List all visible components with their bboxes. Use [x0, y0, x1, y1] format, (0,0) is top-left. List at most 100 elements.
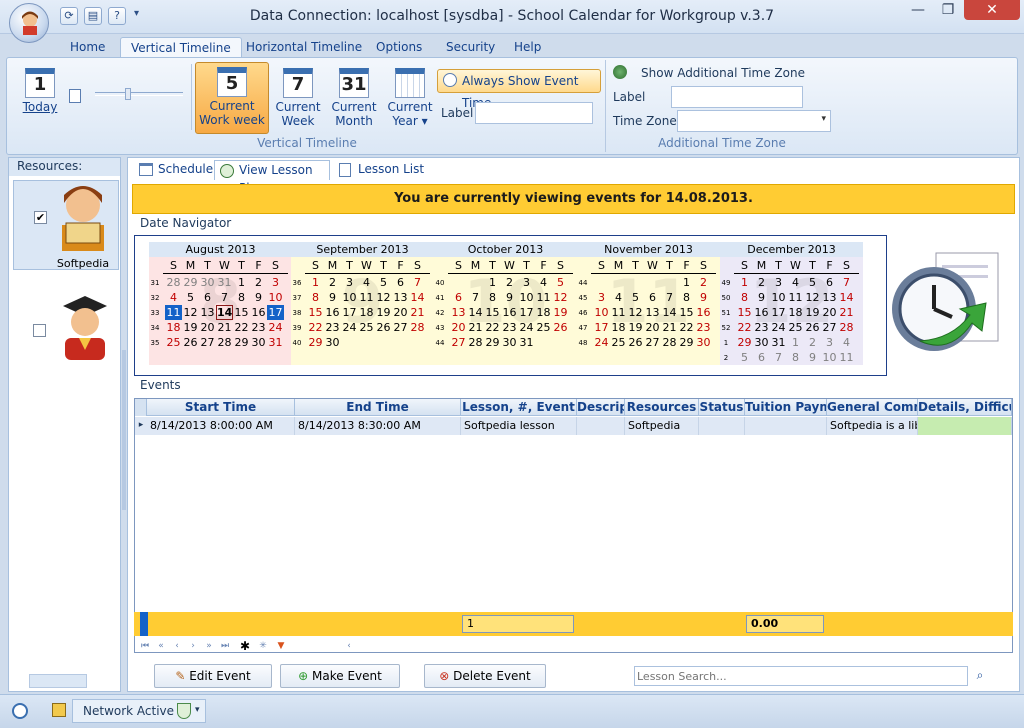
edit-record-icon[interactable]: ✳ — [256, 639, 270, 653]
calendar-day[interactable]: 29 — [736, 335, 753, 350]
calendar-day[interactable]: 1 — [233, 275, 250, 290]
calendar-day[interactable]: 4 — [787, 275, 804, 290]
cell-general-comments[interactable]: Softpedia is a libra — [827, 417, 918, 435]
calendar-day[interactable]: 21 — [838, 305, 855, 320]
col-lesson[interactable]: Lesson, #, Event — [461, 399, 577, 416]
calendar-day[interactable]: 5 — [375, 275, 392, 290]
calendar-day[interactable]: 19 — [627, 320, 644, 335]
calendar-day[interactable]: 16 — [250, 305, 267, 320]
calendar-day[interactable]: 31 — [216, 275, 233, 290]
calendar-day[interactable]: 19 — [375, 305, 392, 320]
calendar-day[interactable]: 29 — [182, 275, 199, 290]
calendar-day[interactable]: 4 — [535, 275, 552, 290]
calendar-day[interactable]: 15 — [678, 305, 695, 320]
calendar-day[interactable]: 5 — [182, 290, 199, 305]
calendar-day[interactable]: 15 — [307, 305, 324, 320]
calendar-day[interactable]: 8 — [787, 350, 804, 365]
calendar-day[interactable]: 2 — [753, 275, 770, 290]
first-record-icon[interactable]: ⏮ — [138, 639, 152, 653]
calendar-day[interactable]: 31 — [770, 335, 787, 350]
calendar-day[interactable]: 25 — [535, 320, 552, 335]
calendar-day[interactable]: 30 — [324, 335, 341, 350]
calendar-day[interactable]: 31 — [518, 335, 535, 350]
calendar-day[interactable]: 22 — [233, 320, 250, 335]
calendar-day[interactable]: 22 — [736, 320, 753, 335]
calendar-day[interactable]: 9 — [753, 290, 770, 305]
cell-status[interactable] — [699, 417, 745, 435]
calendar-day[interactable]: 14 — [467, 305, 484, 320]
zoom-slider[interactable] — [95, 92, 183, 96]
calendar-day[interactable]: 29 — [307, 335, 324, 350]
calendar-day[interactable]: 15 — [736, 305, 753, 320]
calendar-day[interactable]: 17 — [341, 305, 358, 320]
calendar-day[interactable]: 28 — [409, 320, 426, 335]
cell-resources[interactable]: Softpedia — [625, 417, 699, 435]
calendar-day[interactable]: 22 — [484, 320, 501, 335]
current-work-week-button[interactable]: 5 Current Work week — [195, 62, 269, 134]
calendar-day[interactable]: 7 — [409, 275, 426, 290]
zoom-icon[interactable] — [69, 89, 81, 103]
calendar-day[interactable]: 25 — [358, 320, 375, 335]
zoom-slider-thumb[interactable] — [125, 88, 131, 100]
calendar-day[interactable]: 13 — [199, 305, 216, 320]
col-description[interactable]: Descrip — [577, 399, 625, 416]
calendar-day[interactable]: 28 — [838, 320, 855, 335]
tz-label-input[interactable] — [671, 86, 803, 108]
calendar-day[interactable]: 10 — [341, 290, 358, 305]
calendar-day[interactable]: 26 — [552, 320, 569, 335]
calendar-day[interactable]: 27 — [450, 335, 467, 350]
calendar-day[interactable]: 25 — [165, 335, 182, 350]
calendar-day[interactable]: 26 — [375, 320, 392, 335]
calendar-day[interactable]: 2 — [804, 335, 821, 350]
calendar-day[interactable]: 18 — [358, 305, 375, 320]
calendar-day[interactable]: 20 — [644, 320, 661, 335]
next-page-icon[interactable]: » — [202, 639, 216, 653]
calendar-day[interactable]: 10 — [267, 290, 284, 305]
prev-record-icon[interactable]: ‹ — [170, 639, 184, 653]
calendar-day[interactable]: 1 — [678, 275, 695, 290]
calendar-day[interactable]: 1 — [484, 275, 501, 290]
current-month-button[interactable]: 31 Current Month — [327, 64, 381, 132]
col-tuition[interactable]: Tuition Payme — [745, 399, 827, 416]
calendar-day[interactable]: 2 — [250, 275, 267, 290]
resource-checkbox[interactable]: ✔ — [34, 211, 47, 224]
calendar-day[interactable]: 7 — [838, 275, 855, 290]
calendar-day[interactable]: 19 — [804, 305, 821, 320]
calendar-day[interactable]: 12 — [627, 305, 644, 320]
calendar-day[interactable]: 24 — [518, 320, 535, 335]
calendar-day[interactable]: 5 — [552, 275, 569, 290]
calendar-day[interactable]: 20 — [199, 320, 216, 335]
calendar-day[interactable]: 30 — [753, 335, 770, 350]
calendar-day[interactable]: 3 — [821, 335, 838, 350]
cell-description[interactable] — [577, 417, 625, 435]
calendar-day[interactable]: 6 — [392, 275, 409, 290]
calendar-day[interactable]: 1 — [307, 275, 324, 290]
calendar-day[interactable]: 3 — [341, 275, 358, 290]
calendar-day[interactable]: 7 — [216, 290, 233, 305]
calendar-day[interactable]: 18 — [535, 305, 552, 320]
calendar-day[interactable]: 16 — [753, 305, 770, 320]
app-menu-button[interactable] — [9, 3, 49, 43]
calendar-day[interactable]: 11 — [165, 305, 182, 320]
binoculars-icon[interactable]: ⌕ — [970, 666, 990, 686]
col-details[interactable]: Details, Difficul — [918, 399, 1012, 416]
calendar-day[interactable]: 12 — [182, 305, 199, 320]
calendar-day[interactable]: 21 — [661, 320, 678, 335]
calendar-day[interactable]: 12 — [552, 290, 569, 305]
edit-event-button[interactable]: ✎ Edit Event — [154, 664, 272, 688]
calendar-day[interactable]: 26 — [627, 335, 644, 350]
calendar-day[interactable]: 15 — [484, 305, 501, 320]
calendar-day[interactable]: 30 — [199, 275, 216, 290]
calendar-day[interactable]: 6 — [199, 290, 216, 305]
scroll-left-icon[interactable]: ‹ — [342, 639, 356, 653]
calendar-day[interactable]: 14 — [216, 305, 233, 320]
calendar-day[interactable]: 14 — [661, 305, 678, 320]
tab-help[interactable]: Help — [504, 37, 551, 59]
calendar-day[interactable]: 11 — [358, 290, 375, 305]
tab-lesson-list[interactable]: Lesson List — [334, 160, 430, 180]
lesson-search-input[interactable] — [634, 666, 968, 686]
calendar-day[interactable]: 13 — [392, 290, 409, 305]
network-status[interactable]: Network Active ▾ — [72, 699, 206, 723]
time-zone-select[interactable]: ▾ — [677, 110, 831, 132]
calendar-day[interactable]: 28 — [467, 335, 484, 350]
